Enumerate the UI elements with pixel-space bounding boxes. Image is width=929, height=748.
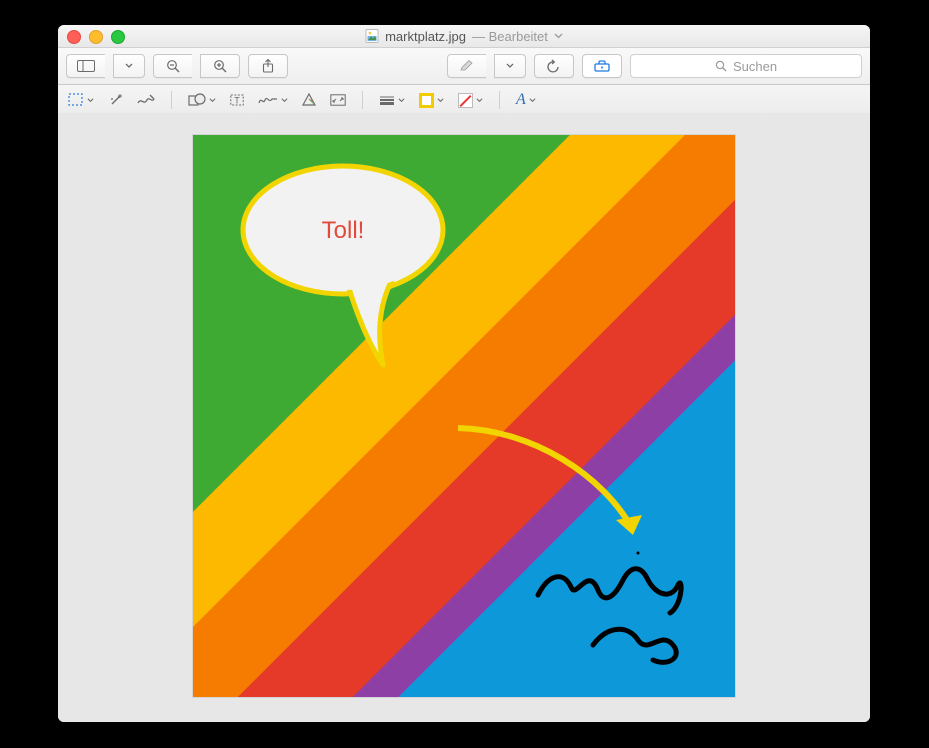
share-icon: [262, 59, 274, 73]
search-placeholder: Suchen: [733, 59, 777, 74]
resize-icon: [330, 94, 346, 106]
sidebar-icon: [77, 60, 95, 72]
title-dropdown-chevron-icon[interactable]: [554, 33, 563, 39]
title-group: marktplatz.jpg — Bearbeitet: [365, 29, 563, 44]
fullscreen-window-button[interactable]: [111, 30, 125, 44]
rotate-button[interactable]: [534, 54, 574, 78]
chevron-down-icon: [125, 63, 133, 69]
sign-tool[interactable]: [258, 94, 288, 106]
zoom-out-icon: [166, 59, 180, 73]
chevron-down-icon: [209, 97, 216, 104]
adjust-size-tool[interactable]: [330, 94, 346, 106]
canvas-area[interactable]: Toll!: [58, 113, 870, 722]
magic-wand-icon: [108, 93, 123, 108]
text-box-icon: T: [230, 93, 244, 107]
shapes-tool[interactable]: [188, 93, 216, 107]
annotations-overlay: Toll!: [193, 135, 735, 697]
main-toolbar: Suchen: [58, 48, 870, 85]
highlight-button[interactable]: [447, 54, 486, 78]
sidebar-toggle-button[interactable]: [66, 54, 105, 78]
close-window-button[interactable]: [67, 30, 81, 44]
speech-bubble-text[interactable]: Toll!: [322, 217, 365, 244]
preview-window: marktplatz.jpg — Bearbeitet: [58, 25, 870, 722]
search-icon: [715, 60, 727, 72]
chevron-down-icon: [476, 97, 483, 104]
highlighter-icon: [459, 60, 475, 72]
rotate-left-icon: [547, 59, 561, 73]
jpeg-file-icon: [365, 29, 379, 43]
search-field[interactable]: Suchen: [630, 54, 862, 78]
chevron-down-icon: [506, 63, 514, 69]
sketch-annotation[interactable]: [538, 552, 681, 663]
title-filename: marktplatz.jpg: [385, 29, 466, 44]
selection-tool[interactable]: [68, 93, 94, 107]
prism-icon: [302, 93, 316, 107]
minimize-window-button[interactable]: [89, 30, 103, 44]
toolbox-icon: [594, 60, 610, 72]
fill-color-swatch: [458, 93, 473, 108]
zoom-in-icon: [213, 59, 227, 73]
fill-color-tool[interactable]: [458, 93, 483, 108]
sidebar-menu-button[interactable]: [113, 54, 145, 78]
markup-toolbar-button[interactable]: [582, 54, 622, 78]
zoom-out-button[interactable]: [153, 54, 192, 78]
chevron-down-icon: [398, 97, 405, 104]
pencil-squiggle-icon: [137, 94, 155, 106]
arrow-annotation[interactable]: [458, 428, 642, 535]
text-style-tool[interactable]: A: [516, 91, 536, 109]
text-tool[interactable]: T: [230, 93, 244, 107]
titlebar: marktplatz.jpg — Bearbeitet: [58, 25, 870, 48]
svg-text:T: T: [234, 96, 240, 106]
sketch-tool[interactable]: [137, 94, 155, 106]
adjust-color-tool[interactable]: [302, 93, 316, 107]
markup-toolbar: T: [58, 85, 870, 116]
window-controls: [67, 30, 125, 44]
highlight-menu-button[interactable]: [494, 54, 526, 78]
separator: [171, 91, 172, 109]
title-status: — Bearbeitet: [472, 29, 548, 44]
separator: [499, 91, 500, 109]
zoom-in-button[interactable]: [200, 54, 240, 78]
shape-style-tool[interactable]: [379, 95, 405, 105]
selection-rect-icon: [68, 93, 84, 107]
chevron-down-icon: [437, 97, 444, 104]
font-style-icon: A: [516, 91, 526, 109]
chevron-down-icon: [87, 97, 94, 104]
signature-icon: [258, 94, 278, 106]
chevron-down-icon: [529, 97, 536, 104]
chevron-down-icon: [281, 97, 288, 104]
shapes-icon: [188, 93, 206, 107]
share-button[interactable]: [248, 54, 288, 78]
border-color-tool[interactable]: [419, 93, 444, 108]
speech-bubble-shape[interactable]: [243, 166, 443, 365]
border-color-swatch: [419, 93, 434, 108]
image-document[interactable]: Toll!: [193, 135, 735, 697]
line-weight-icon: [379, 95, 395, 105]
instant-alpha-tool[interactable]: [108, 93, 123, 108]
separator: [362, 91, 363, 109]
